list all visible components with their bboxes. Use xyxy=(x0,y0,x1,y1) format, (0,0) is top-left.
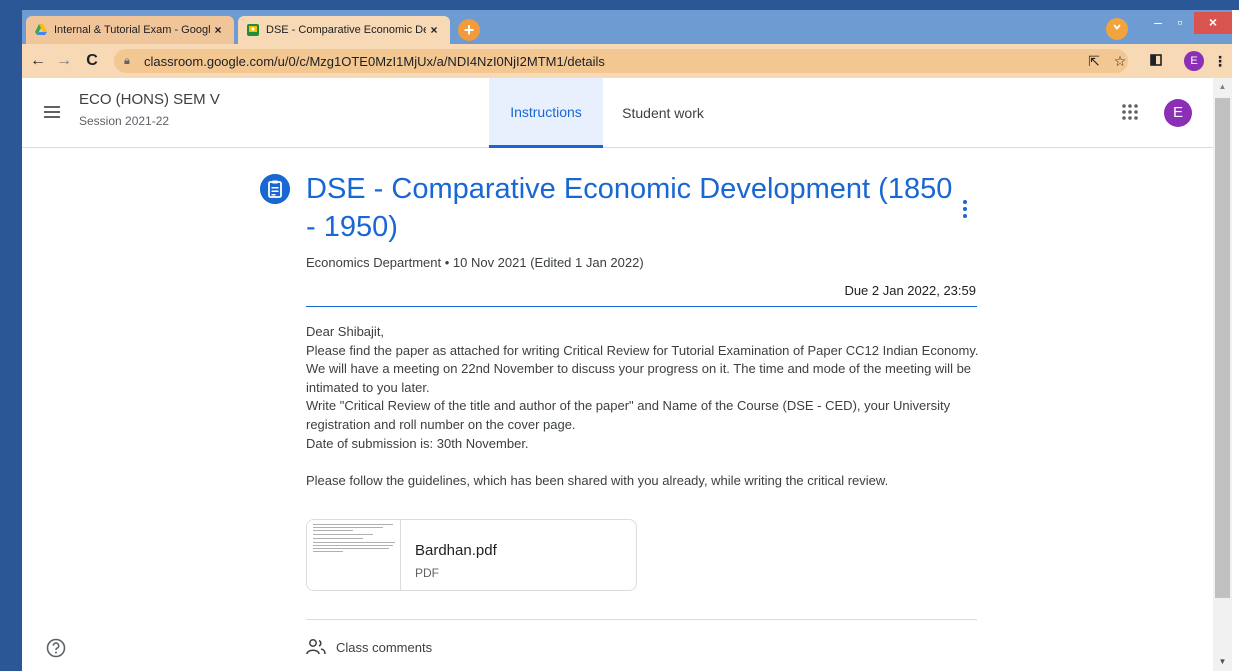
browser-tab-exam[interactable]: Internal & Tutorial Exam - Google × xyxy=(26,16,234,44)
maximize-button[interactable]: ▫ xyxy=(1170,12,1190,34)
chevron-down-icon xyxy=(1113,24,1121,30)
instruction-line: Write "Critical Review of the title and … xyxy=(306,398,951,414)
browser-tab-assignment[interactable]: DSE - Comparative Economic De × xyxy=(238,16,450,44)
instruction-line: We will have a meeting on 22nd November … xyxy=(306,361,972,377)
lock-icon: 🔒︎ xyxy=(124,54,130,67)
desktop-edge-top xyxy=(0,0,1239,10)
back-icon[interactable]: ← xyxy=(28,51,48,71)
tab-strip: Internal & Tutorial Exam - Google × DSE … xyxy=(22,10,1232,44)
account-avatar[interactable]: E xyxy=(1164,99,1192,127)
tab-instructions[interactable]: Instructions xyxy=(489,78,603,148)
tab-student-work[interactable]: Student work xyxy=(603,78,723,148)
title-divider xyxy=(306,306,977,307)
tab-title: Internal & Tutorial Exam - Google xyxy=(54,24,210,36)
class-comments-button[interactable]: Class comments xyxy=(306,638,432,656)
course-name[interactable]: ECO (HONS) SEM V xyxy=(79,91,220,108)
minimize-button[interactable]: – xyxy=(1148,12,1168,34)
scroll-down-arrow-icon[interactable]: ▼ xyxy=(1215,655,1230,669)
instruction-line xyxy=(306,453,986,472)
browser-window: Internal & Tutorial Exam - Google × DSE … xyxy=(22,10,1232,671)
help-icon[interactable] xyxy=(46,638,66,658)
attachment-name: Bardhan.pdf xyxy=(415,542,497,559)
instruction-line: Please follow the guidelines, which has … xyxy=(306,472,889,488)
browser-toolbar: ← → C 🔒︎ classroom.google.com/u/0/c/Mzg1… xyxy=(22,44,1232,78)
share-icon[interactable]: ⇱ xyxy=(1084,52,1104,72)
url-text: classroom.google.com/u/0/c/Mzg1OTE0MzI1M… xyxy=(144,53,605,69)
instruction-line: intimated to you later. xyxy=(306,379,430,395)
more-options-icon[interactable] xyxy=(957,198,973,220)
due-date: Due 2 Jan 2022, 23:59 xyxy=(844,283,976,298)
instruction-line: registration and roll number on the cove… xyxy=(306,416,576,432)
pdf-thumbnail xyxy=(307,520,401,590)
assignment-meta: Economics Department • 10 Nov 2021 (Edit… xyxy=(306,255,644,270)
browser-menu-icon[interactable]: ⋮ xyxy=(1210,52,1230,72)
scroll-up-arrow-icon[interactable]: ▲ xyxy=(1215,80,1230,94)
new-tab-button[interactable]: + xyxy=(458,19,480,41)
attachment-card[interactable]: Bardhan.pdf PDF xyxy=(306,519,637,591)
classroom-icon xyxy=(247,24,259,36)
google-apps-icon[interactable] xyxy=(1120,102,1140,122)
address-bar[interactable]: 🔒︎ classroom.google.com/u/0/c/Mzg1OTE0Mz… xyxy=(114,49,1128,73)
assignment-icon xyxy=(260,174,290,204)
screen: Internal & Tutorial Exam - Google × DSE … xyxy=(0,0,1239,671)
close-tab-icon[interactable]: × xyxy=(210,23,226,37)
close-window-button[interactable]: × xyxy=(1194,12,1232,34)
google-drive-icon xyxy=(35,24,47,35)
desktop-edge-left xyxy=(0,0,22,671)
comments-divider xyxy=(306,619,977,620)
hamburger-menu-icon[interactable] xyxy=(42,102,62,122)
classroom-header: ECO (HONS) SEM V Session 2021-22 Instruc… xyxy=(22,78,1213,148)
tab-title: DSE - Comparative Economic De xyxy=(266,24,426,36)
tab-search-button[interactable] xyxy=(1106,18,1128,40)
forward-icon[interactable]: → xyxy=(54,51,74,71)
browser-profile-avatar[interactable]: E xyxy=(1184,51,1204,71)
course-session: Session 2021-22 xyxy=(79,114,170,128)
people-icon xyxy=(306,639,326,655)
bookmark-star-icon[interactable]: ☆ xyxy=(1110,52,1130,72)
instruction-line: Dear Shibajit, xyxy=(306,324,385,339)
instruction-line: Date of submission is: 30th November. xyxy=(306,435,529,451)
reload-icon[interactable]: C xyxy=(82,51,102,71)
close-tab-icon[interactable]: × xyxy=(426,23,442,37)
attachment-type: PDF xyxy=(415,566,439,580)
side-panel-icon[interactable] xyxy=(1146,52,1166,72)
class-comments-label: Class comments xyxy=(336,639,433,655)
instruction-line: Please find the paper as attached for wr… xyxy=(306,342,979,358)
assignment-title: DSE - Comparative Economic Development (… xyxy=(306,173,953,243)
scrollbar-thumb[interactable] xyxy=(1215,98,1230,598)
assignment-instructions: Dear Shibajit, Please find the paper as … xyxy=(306,323,986,490)
